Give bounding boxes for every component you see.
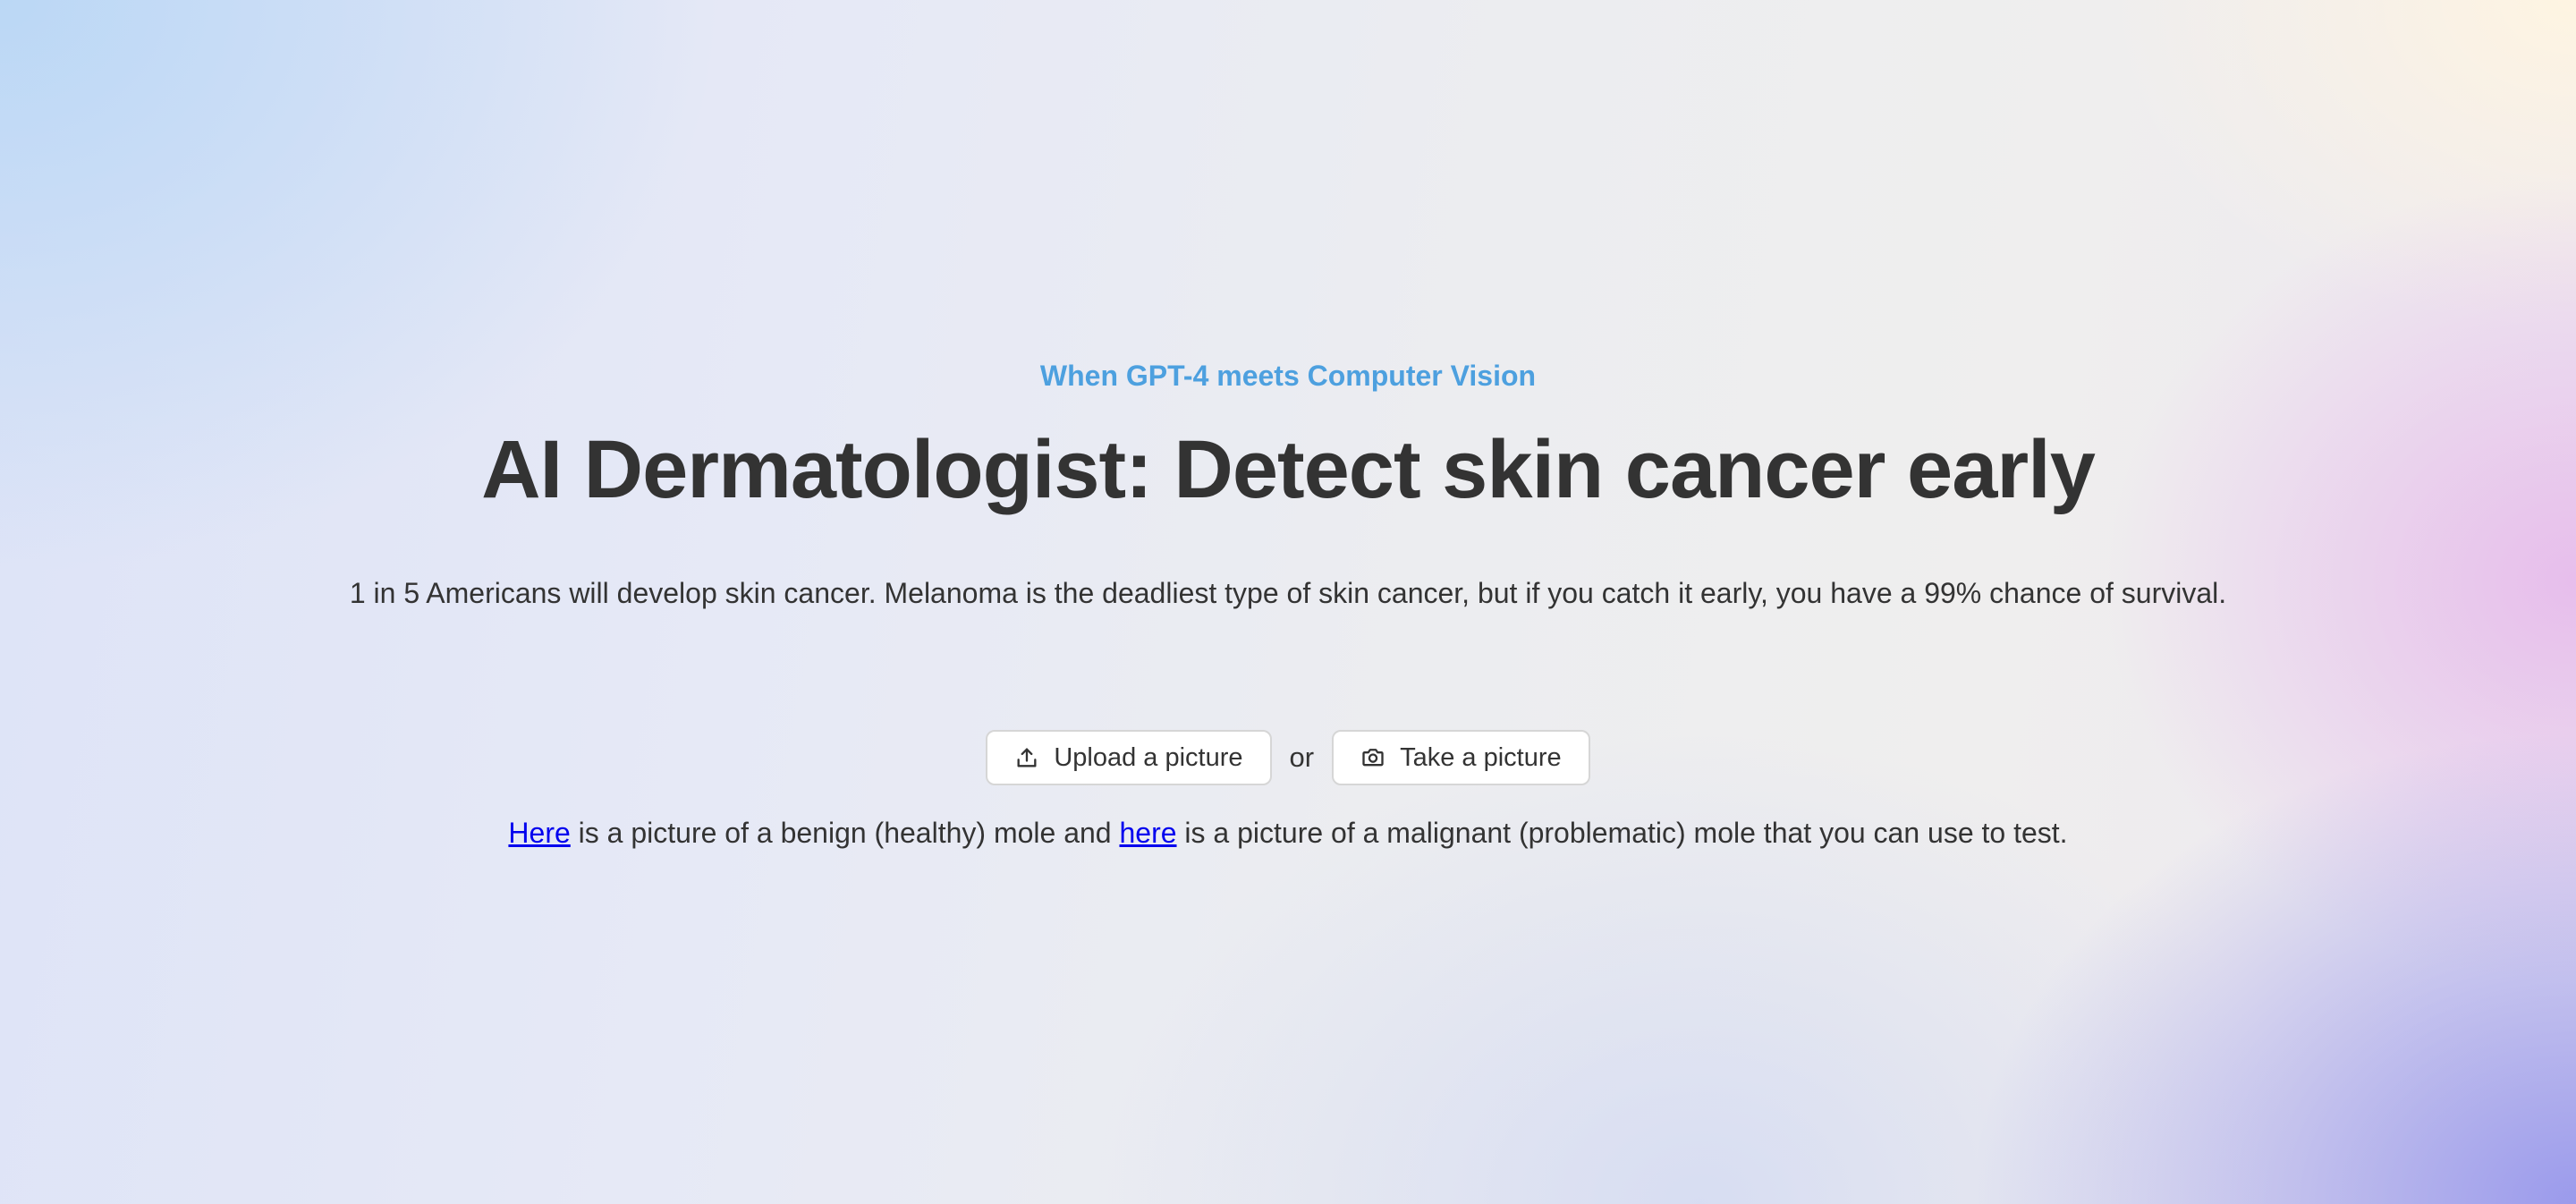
upload-picture-label: Upload a picture [1054,742,1243,772]
picture-actions: Upload a picture or Take a picture [0,730,2576,785]
upload-picture-button[interactable]: Upload a picture [986,730,1272,785]
sample-images-note: Here is a picture of a benign (healthy) … [0,812,2576,853]
or-separator: or [1289,742,1315,773]
malignant-sample-link[interactable]: here [1119,817,1176,849]
benign-sample-link[interactable]: Here [508,817,570,849]
take-picture-button[interactable]: Take a picture [1332,730,1590,785]
page-subtitle: 1 in 5 Americans will develop skin cance… [349,577,2227,609]
upload-icon [1014,745,1039,770]
note-text-benign: is a picture of a benign (healthy) mole … [570,817,1120,849]
camera-icon [1360,745,1385,770]
take-picture-label: Take a picture [1400,742,1562,772]
hero-section: When GPT-4 meets Computer Vision AI Derm… [0,0,2576,1204]
eyebrow-text: When GPT-4 meets Computer Vision [1039,360,1537,392]
note-text-malignant: is a picture of a malignant (problematic… [1176,817,2068,849]
page-title: AI Dermatologist: Detect skin cancer ear… [481,424,2096,515]
